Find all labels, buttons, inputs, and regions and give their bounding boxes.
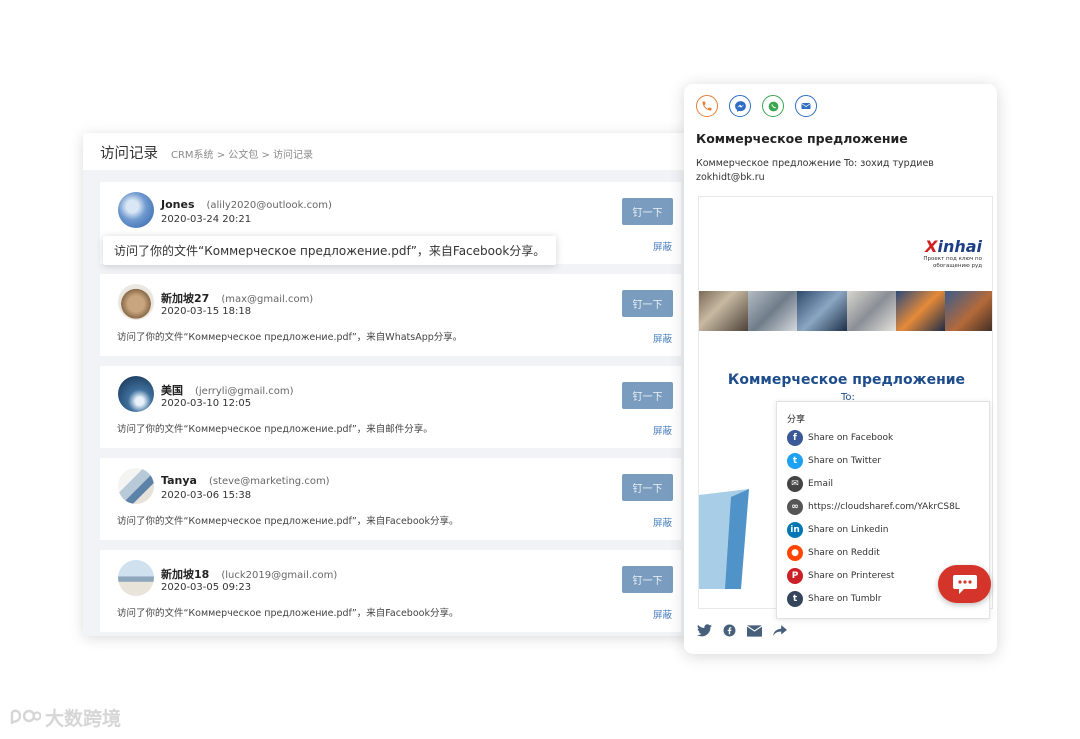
visit-date: 2020-03-06 15:38 [161, 490, 252, 501]
facebook-icon: f [787, 430, 803, 446]
ding-button[interactable]: 钉一下 [622, 566, 673, 593]
visit-message: 访问了你的文件“Коммерческое предложение.pdf”，来自… [117, 424, 433, 435]
pinterest-icon: P [787, 568, 803, 584]
ding-button[interactable]: 钉一下 [622, 474, 673, 501]
contact-icons [696, 95, 817, 117]
block-link[interactable]: 屏蔽 [653, 515, 672, 529]
record-card: Jones (alily2020@outlook.com) 2020-03-24 … [100, 182, 681, 265]
document-subtitle: Коммерческое предложение To: зохид турди… [696, 158, 934, 183]
watermark: 大数跨境 [9, 704, 121, 731]
avatar [118, 560, 154, 596]
share-item[interactable]: in Share on Linkedin [787, 522, 888, 538]
page-title: 访问记录 [100, 146, 158, 162]
visit-date: 2020-03-10 12:05 [161, 398, 252, 409]
twitter-icon[interactable] [697, 624, 712, 637]
share-item-label: Share on Printerest [808, 571, 895, 581]
watermark-text: 大数跨境 [45, 708, 122, 730]
linkedin-icon: in [787, 522, 803, 538]
share-item-label: Share on Twitter [808, 456, 882, 466]
ding-button[interactable]: 钉一下 [622, 198, 673, 225]
avatar [118, 376, 154, 412]
visitor-email: (luck2019@gmail.com) [221, 570, 338, 581]
phone-icon[interactable] [696, 95, 718, 117]
block-link[interactable]: 屏蔽 [653, 607, 672, 621]
avatar [118, 192, 154, 228]
share-item[interactable]: ● Share on Reddit [787, 545, 880, 561]
email-icon: ✉ [787, 476, 803, 492]
record-card: Tanya (steve@marketing.com) 2020-03-06 15… [100, 458, 681, 540]
visitor-email: (alily2020@outlook.com) [206, 200, 332, 211]
visit-date: 2020-03-24 20:21 [161, 214, 252, 225]
record-card: 美国 (jerryli@gmail.com) 2020-03-10 12:05 访… [100, 366, 681, 448]
crm-header: 访问记录 CRM系统 > 公文包 > 访问记录 [83, 133, 698, 170]
email-icon[interactable] [747, 624, 762, 637]
visitor-name: 新加坡18 (luck2019@gmail.com) [161, 568, 338, 581]
avatar [118, 468, 154, 504]
chat-icon [952, 574, 977, 594]
share-item-label: Share on Linkedin [808, 525, 889, 535]
share-item-label: Share on Facebook [808, 433, 894, 443]
messenger-icon[interactable] [729, 95, 751, 117]
share-item-label: Share on Tumblr [808, 594, 882, 604]
whatsapp-icon[interactable] [762, 95, 784, 117]
record-card: 新加坡27 (max@gmail.com) 2020-03-15 18:18 访问… [100, 274, 681, 356]
record-card: 新加坡18 (luck2019@gmail.com) 2020-03-05 09:… [100, 550, 681, 632]
share-item-label: Share on Reddit [808, 548, 880, 558]
block-link[interactable]: 屏蔽 [653, 331, 672, 345]
company-logo: Xinhai Проект под ключ по обогащению руд [923, 237, 982, 269]
visitor-email: (steve@marketing.com) [208, 476, 330, 487]
share-item[interactable]: f Share on Facebook [787, 430, 893, 446]
ding-button[interactable]: 钉一下 [622, 290, 673, 317]
share-item[interactable]: P Share on Printerest [787, 568, 894, 584]
share-icon[interactable] [773, 624, 787, 637]
crm-panel: 访问记录 CRM系统 > 公文包 > 访问记录 Jones (alily2020@… [83, 133, 698, 636]
email-icon[interactable] [795, 95, 817, 117]
visitor-name: Tanya (steve@marketing.com) [161, 474, 330, 487]
visitor-name: 美国 (jerryli@gmail.com) [161, 384, 294, 397]
link-icon: ∞ [787, 499, 803, 515]
share-item[interactable]: ✉ Email [787, 476, 833, 492]
decorative-shape [699, 489, 749, 589]
twitter-icon: t [787, 453, 803, 469]
bottom-share-bar [697, 624, 787, 637]
visit-date: 2020-03-05 09:23 [161, 582, 252, 593]
reddit-icon: ● [787, 545, 803, 561]
breadcrumb[interactable]: CRM系统 > 公文包 > 访问记录 [171, 146, 313, 161]
avatar [118, 284, 154, 320]
share-item[interactable]: t Share on Twitter [787, 453, 881, 469]
visitor-name: Jones (alily2020@outlook.com) [161, 198, 332, 211]
document-heading: Коммерческое предложение [727, 372, 966, 388]
photo-strip [699, 291, 992, 331]
ding-button[interactable]: 钉一下 [622, 382, 673, 409]
visit-message: 访问了你的文件“Коммерческое предложение.pdf”，来自… [103, 236, 557, 265]
share-item-label: https://cloudsharef.com/YAkrCS8L [808, 502, 960, 512]
visit-message: 访问了你的文件“Коммерческое предложение.pdf”，来自… [117, 516, 459, 527]
chat-button[interactable] [938, 565, 991, 603]
visit-message: 访问了你的文件“Коммерческое предложение.pdf”，来自… [117, 332, 463, 343]
document-title: Коммерческое предложение [696, 131, 908, 146]
share-menu-title: 分享 [787, 415, 806, 425]
visit-date: 2020-03-15 18:18 [161, 306, 252, 317]
visitor-email: (jerryli@gmail.com) [195, 386, 294, 397]
facebook-icon[interactable] [723, 624, 736, 637]
tumblr-icon: t [787, 591, 803, 607]
share-item[interactable]: t Share on Tumblr [787, 591, 881, 607]
visitor-name: 新加坡27 (max@gmail.com) [161, 292, 314, 305]
share-item[interactable]: ∞ https://cloudsharef.com/YAkrCS8L [787, 499, 960, 515]
visit-message: 访问了你的文件“Коммерческое предложение.pdf”，来自… [117, 608, 459, 619]
block-link[interactable]: 屏蔽 [653, 239, 672, 253]
visitor-email: (max@gmail.com) [221, 294, 314, 305]
watermark-logo-icon [10, 709, 41, 724]
share-item-label: Email [808, 479, 833, 489]
block-link[interactable]: 屏蔽 [653, 423, 672, 437]
